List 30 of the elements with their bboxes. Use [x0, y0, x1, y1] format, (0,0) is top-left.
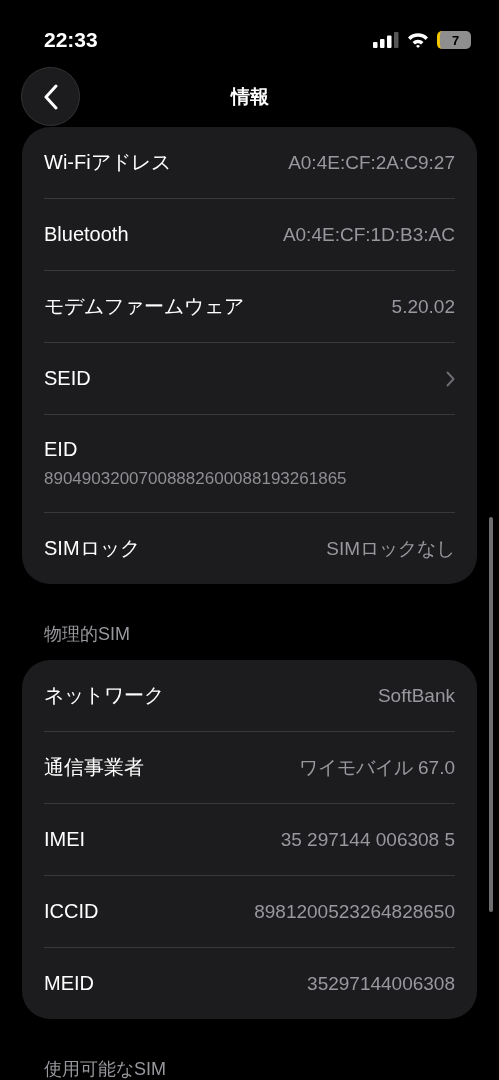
row-value: 8981200523264828650 — [254, 900, 455, 923]
section-header: 使用可能なSIM — [43, 1058, 167, 1080]
back-icon — [42, 83, 59, 110]
row-label: 通信事業者 — [44, 755, 144, 780]
row-value: ワイモバイル 67.0 — [298, 755, 455, 780]
row-value: 5.20.02 — [391, 295, 455, 318]
row-label: Bluetooth — [44, 223, 129, 246]
page-title: 情報 — [230, 85, 269, 109]
row-value: 35 297144 006308 5 — [280, 828, 455, 851]
row-label: SIMロック — [44, 536, 140, 561]
row-label: IMEI — [44, 828, 86, 851]
battery-icon: 7 — [437, 31, 471, 49]
row-label: MEID — [44, 972, 94, 995]
status-time: 22:33 — [44, 28, 98, 52]
row-label: EID — [44, 438, 78, 461]
row-value: 35297144006308 — [307, 972, 455, 995]
row-value: A0:4E:CF:2A:C9:27 — [288, 151, 455, 174]
row-label: モデムファームウェア — [44, 294, 244, 319]
row-label: Wi-Fiアドレス — [44, 150, 171, 175]
section-header: 物理的SIM — [43, 623, 131, 646]
row-value: 89049032007008882600088193261865 — [44, 469, 347, 489]
row-label: ネットワーク — [44, 683, 164, 708]
row-value: SoftBank — [377, 684, 455, 707]
row-value: SIMロックなし — [326, 536, 455, 561]
signal-icon — [373, 32, 399, 48]
wifi-icon — [407, 32, 429, 48]
row-label[interactable]: SEID — [44, 367, 91, 390]
row-value: A0:4E:CF:1D:B3:AC — [282, 223, 455, 246]
chevron-icon — [446, 370, 455, 387]
row-label: ICCID — [44, 900, 99, 923]
